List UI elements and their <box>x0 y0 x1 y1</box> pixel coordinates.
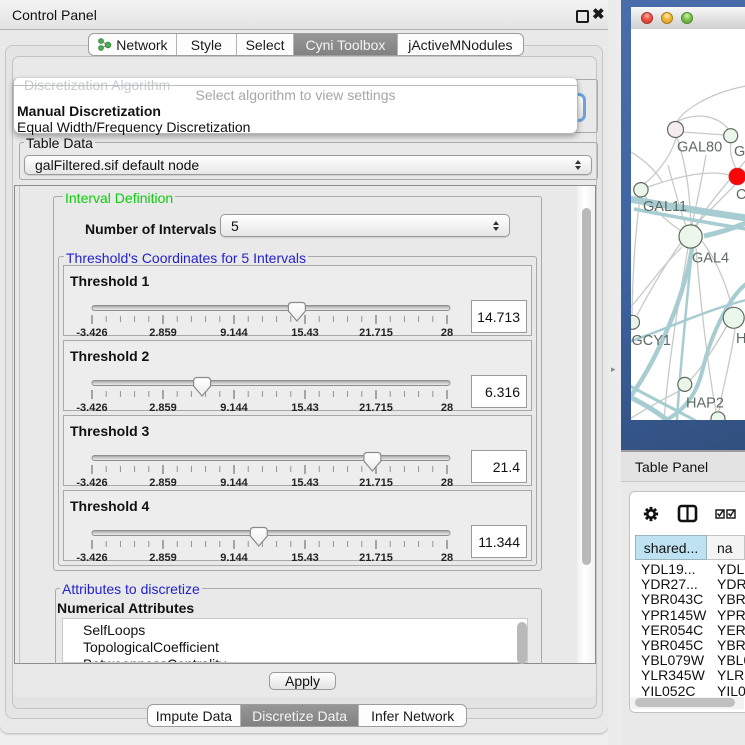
svg-text:2.859: 2.859 <box>149 327 177 339</box>
svg-text:2.859: 2.859 <box>149 477 177 489</box>
svg-text:2.859: 2.859 <box>149 402 177 414</box>
svg-text:GCY1: GCY1 <box>632 333 672 349</box>
svg-text:9.144: 9.144 <box>220 477 248 489</box>
svg-text:28: 28 <box>441 402 453 414</box>
svg-text:28: 28 <box>441 552 453 564</box>
svg-text:-3.426: -3.426 <box>76 552 107 564</box>
svg-text:H: H <box>736 331 745 347</box>
svg-text:9.144: 9.144 <box>220 327 248 339</box>
svg-text:2.859: 2.859 <box>149 552 177 564</box>
svg-text:9.144: 9.144 <box>220 552 248 564</box>
svg-text:C: C <box>736 187 745 203</box>
svg-text:21.715: 21.715 <box>359 327 393 339</box>
svg-text:GA: GA <box>734 144 745 160</box>
svg-text:21.715: 21.715 <box>359 402 393 414</box>
svg-text:-3.426: -3.426 <box>76 327 107 339</box>
svg-text:9.144: 9.144 <box>220 402 248 414</box>
svg-text:28: 28 <box>441 477 453 489</box>
svg-text:28: 28 <box>441 327 453 339</box>
svg-text:GAL11: GAL11 <box>643 199 687 215</box>
svg-text:21.715: 21.715 <box>359 477 393 489</box>
svg-text:15.43: 15.43 <box>291 402 319 414</box>
svg-text:GAL4: GAL4 <box>692 251 729 267</box>
svg-text:21.715: 21.715 <box>359 552 393 564</box>
svg-text:-3.426: -3.426 <box>76 402 107 414</box>
svg-text:GAL80: GAL80 <box>677 140 722 156</box>
svg-text:15.43: 15.43 <box>291 552 319 564</box>
svg-text:-3.426: -3.426 <box>76 477 107 489</box>
svg-text:HAP2: HAP2 <box>686 396 724 412</box>
svg-text:15.43: 15.43 <box>291 477 319 489</box>
svg-text:15.43: 15.43 <box>291 327 319 339</box>
